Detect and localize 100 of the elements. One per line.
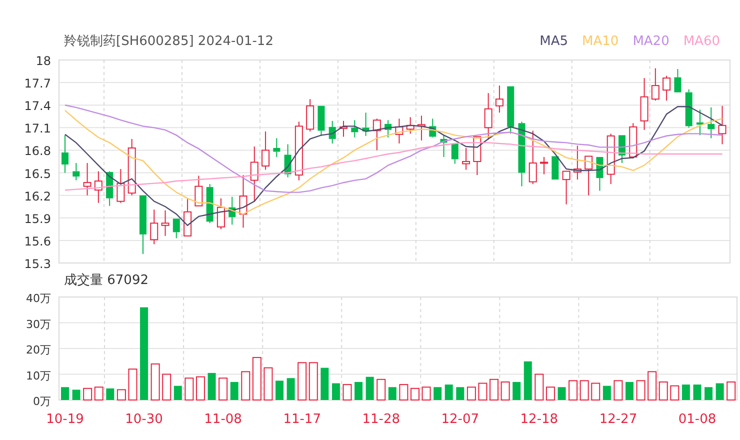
candlestick: [184, 198, 192, 236]
axis-label: 16.2: [24, 189, 51, 204]
volume-bar: [558, 387, 566, 400]
volume-bar: [568, 380, 578, 400]
candlestick: [640, 78, 648, 130]
volume-bar: [61, 387, 69, 400]
candlestick: [116, 168, 125, 204]
date-label: 01-08: [678, 412, 716, 427]
legend-label: MA20: [632, 34, 670, 50]
candlestick: [629, 122, 638, 159]
candlestick: [552, 156, 559, 180]
volume-bar: [626, 382, 634, 400]
volume-bar: [500, 381, 510, 400]
candlestick: [384, 120, 392, 138]
candlestick: [250, 146, 258, 202]
volume-bar: [704, 387, 713, 400]
candlestick: [94, 170, 102, 204]
candlestick: [596, 156, 604, 192]
candlestick: [518, 121, 526, 187]
volume-bar: [726, 381, 736, 400]
volume-bar: [106, 388, 114, 400]
volume-bar: [580, 380, 589, 400]
candlestick: [206, 184, 214, 224]
volume-bar: [636, 380, 646, 400]
volume-bar: [376, 378, 386, 400]
volume-bar: [150, 363, 160, 400]
candlestick: [674, 68, 682, 93]
candlestick: [406, 116, 414, 134]
date-label: 11-28: [362, 412, 400, 427]
volume-bar: [286, 378, 295, 400]
candlestick: [718, 105, 726, 145]
candlestick: [340, 120, 348, 138]
candlestick: [139, 194, 146, 254]
volume-bar: [196, 376, 205, 400]
volume-bar: [466, 386, 476, 400]
candlestick: [507, 86, 514, 134]
candlestick: [262, 130, 270, 170]
candlestick: [696, 109, 704, 136]
axis-label: 30万: [26, 318, 51, 331]
volume-bar: [602, 386, 611, 400]
volume-bar: [230, 382, 238, 400]
candlestick: [685, 88, 692, 128]
volume-bar: [366, 376, 374, 400]
axis-label: 17.4: [24, 99, 51, 114]
volume-bar: [162, 374, 172, 400]
volume-bar: [534, 374, 544, 400]
candlestick: [540, 156, 548, 175]
volume-bar: [456, 387, 464, 400]
volume-bar: [342, 384, 352, 400]
candlestick: [72, 162, 80, 181]
volume-bar: [388, 387, 396, 400]
legend-label: MA60: [683, 34, 720, 50]
candlestick: [161, 210, 170, 236]
candlestick: [417, 115, 426, 141]
volume-bar: [682, 384, 690, 400]
date-label: 10-30: [125, 412, 163, 427]
volume-bar: [308, 362, 318, 400]
volume-bar: [264, 367, 273, 400]
axis-label: 15.6: [24, 234, 51, 248]
volume-bar: [478, 382, 488, 400]
volume-bar: [320, 368, 329, 400]
volume-bar: [410, 388, 420, 400]
volume-bar: [252, 357, 262, 400]
legend-label: MA10: [582, 34, 619, 50]
candlestick: [150, 209, 158, 245]
candlestick: [651, 68, 660, 102]
volume-bar: [524, 361, 532, 400]
candlestick: [484, 92, 492, 140]
candlestick: [172, 218, 180, 239]
axis-label: 17.1: [24, 122, 51, 136]
candlestick: [328, 120, 336, 144]
volume-bar: [716, 383, 724, 400]
candlestick: [528, 130, 537, 185]
volume-bar: [72, 390, 80, 400]
volume-bar: [332, 383, 340, 400]
axis-label: 15.9: [24, 212, 51, 226]
candlestick: [606, 133, 615, 185]
candlestick: [562, 170, 570, 205]
candlestick: [83, 162, 92, 196]
candlestick: [284, 144, 292, 178]
volume-bar: [422, 386, 431, 400]
candlestick: [395, 118, 404, 144]
date-label: 11-08: [204, 412, 242, 427]
volume-bar: [208, 372, 216, 400]
volume-bar: [116, 389, 126, 400]
volume-bar: [298, 362, 307, 400]
candlestick: [708, 106, 715, 139]
candlestick: [294, 121, 303, 181]
volume-bar: [444, 384, 453, 400]
volume-bar: [693, 384, 702, 400]
candlestick: [273, 138, 280, 158]
volume-bar: [591, 382, 600, 400]
volume-title: 成交量 67092: [64, 273, 148, 289]
volume-bar: [670, 385, 680, 400]
volume-bar: [218, 378, 228, 400]
candlestick: [462, 147, 470, 170]
candlestick: [372, 118, 381, 151]
candlestick: [239, 174, 248, 228]
candlestick: [451, 142, 458, 164]
candlestick: [351, 120, 358, 138]
